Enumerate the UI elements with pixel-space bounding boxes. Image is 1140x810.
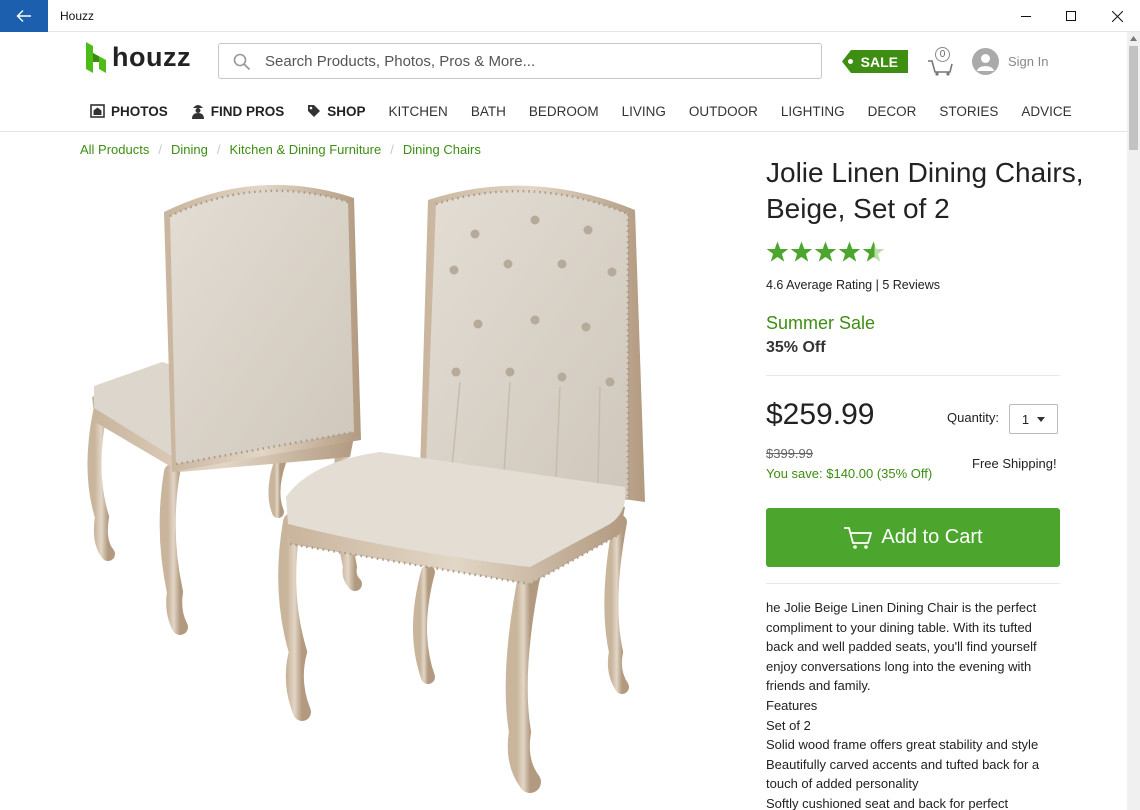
app-title: Houzz (60, 9, 95, 23)
rear-chair (87, 184, 362, 635)
sale-label: SALE (860, 53, 898, 70)
back-arrow-icon (16, 10, 31, 22)
reviews-link[interactable]: 5 Reviews (882, 278, 940, 292)
photos-icon (90, 104, 105, 118)
feature-item: Solid wood frame offers great stability … (766, 737, 1039, 753)
nav-photos[interactable]: PHOTOS (90, 104, 168, 119)
minimize-button[interactable] (1003, 0, 1049, 32)
scroll-up-arrow-icon[interactable] (1127, 32, 1140, 45)
nav-lighting[interactable]: LIGHTING (781, 104, 845, 119)
nav-bedroom[interactable]: BEDROOM (529, 104, 599, 119)
breadcrumb-separator: / (158, 142, 162, 157)
product-image[interactable] (80, 172, 720, 802)
features-heading: Features (766, 697, 818, 713)
logo-text: houzz (112, 42, 191, 72)
breadcrumb-separator: / (216, 142, 221, 157)
cart-button[interactable]: 0 (926, 47, 956, 76)
rating-summary: 4.6 Average Rating | 5 Reviews (766, 278, 940, 292)
sale-discount: 35% Off (766, 339, 826, 356)
search-box[interactable] (218, 43, 822, 79)
savings-text: You save: $140.00 (35% Off) (766, 466, 933, 481)
minimize-icon (1021, 16, 1031, 17)
price: $259.99 (766, 398, 875, 431)
cart-count-badge: 0 (935, 47, 950, 62)
star-icon (838, 241, 861, 262)
houzz-logo[interactable]: houzz (86, 42, 191, 73)
shop-tag-icon (308, 105, 321, 117)
feature-item: Beautifully carved accents and tufted ba… (766, 756, 1040, 792)
feature-item: Softly cushioned seat and back for perfe… (766, 795, 1009, 810)
star-icon (766, 241, 789, 262)
maximize-button[interactable] (1048, 0, 1094, 32)
sign-in-label: Sign In (1008, 54, 1049, 69)
breadcrumb-separator: / (390, 142, 394, 157)
rating-separator: | (872, 278, 883, 292)
chevron-down-icon (1037, 416, 1046, 422)
feature-item: Set of 2 (766, 717, 811, 733)
product-title: Jolie Linen Dining Chairs, Beige, Set of… (766, 157, 1084, 224)
star-icon (790, 241, 813, 262)
product-description: he Jolie Beige Linen Dining Chair is the… (766, 598, 1060, 810)
sale-title: Summer Sale (766, 313, 876, 333)
shipping-text: Free Shipping! (972, 456, 1057, 471)
cart-icon (844, 526, 873, 549)
nav-divider (0, 131, 1127, 132)
window-titlebar: Houzz (0, 0, 1140, 32)
breadcrumb-dining[interactable]: Dining (171, 142, 208, 157)
sign-in-button[interactable]: Sign In (972, 48, 1048, 75)
close-icon (1111, 10, 1123, 22)
breadcrumb-kitchen-dining-furniture[interactable]: Kitchen & Dining Furniture (229, 142, 381, 157)
average-rating: 4.6 Average Rating (766, 278, 873, 292)
star-rating[interactable] (766, 241, 885, 263)
houzz-logo-icon (86, 42, 106, 73)
quantity-select[interactable]: 1 (1009, 404, 1058, 434)
original-price: $399.99 (766, 446, 813, 461)
avatar-icon (972, 48, 999, 75)
main-navigation: PHOTOS FIND PROS SHOP KITCHEN BATH BEDRO… (90, 100, 1095, 122)
divider (766, 375, 1060, 376)
nav-find-pros[interactable]: FIND PROS (191, 103, 284, 119)
add-to-cart-button[interactable]: Add to Cart (766, 508, 1060, 567)
nav-stories[interactable]: STORIES (939, 104, 998, 119)
nav-living[interactable]: LIVING (622, 104, 666, 119)
divider (766, 583, 1060, 584)
nav-shop[interactable]: SHOP (307, 104, 366, 119)
vertical-scrollbar[interactable] (1127, 32, 1140, 810)
nav-kitchen[interactable]: KITCHEN (389, 104, 448, 119)
close-button[interactable] (1094, 0, 1140, 32)
breadcrumb-dining-chairs[interactable]: Dining Chairs (403, 142, 481, 157)
breadcrumb-all-products[interactable]: All Products (80, 142, 149, 157)
scrollbar-thumb[interactable] (1129, 46, 1138, 150)
quantity-label: Quantity: (947, 410, 1000, 425)
description-paragraph: he Jolie Beige Linen Dining Chair is the… (766, 600, 1037, 694)
search-icon (233, 53, 251, 71)
sale-badge[interactable]: SALE (842, 50, 908, 73)
nav-decor[interactable]: DECOR (868, 104, 917, 119)
star-icon (814, 241, 837, 262)
tag-hole-icon (848, 59, 853, 64)
search-input[interactable] (265, 44, 805, 78)
nav-bath[interactable]: BATH (471, 104, 506, 119)
find-pros-icon (191, 105, 204, 119)
breadcrumb: All Products / Dining / Kitchen & Dining… (80, 142, 481, 157)
add-to-cart-label: Add to Cart (881, 526, 983, 548)
maximize-icon (1066, 11, 1076, 21)
quantity-value: 1 (1021, 411, 1030, 427)
star-half-icon (862, 241, 885, 262)
back-button[interactable] (0, 0, 48, 32)
nav-advice[interactable]: ADVICE (1021, 104, 1071, 119)
nav-outdoor[interactable]: OUTDOOR (689, 104, 758, 119)
